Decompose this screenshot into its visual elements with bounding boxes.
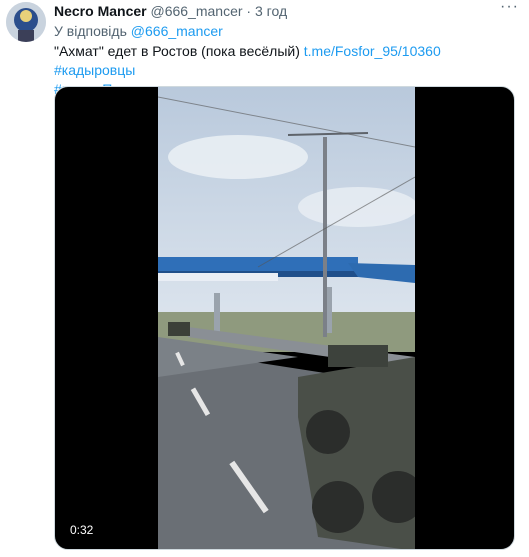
tweet[interactable]: Necro Mancer @666_mancer · 3 год ··· У в… xyxy=(0,0,529,557)
timestamp-link[interactable]: 3 год xyxy=(255,3,287,19)
hashtag-link[interactable]: #кадыровцы xyxy=(54,62,135,78)
avatar-image xyxy=(6,2,46,42)
video-frame xyxy=(158,87,415,549)
separator: · xyxy=(246,3,252,19)
video-player[interactable]: 0:32 xyxy=(54,86,515,550)
video-still xyxy=(158,87,415,549)
reply-prefix: У відповідь xyxy=(54,23,127,39)
more-icon[interactable]: ··· xyxy=(500,0,519,16)
reply-handle-link[interactable]: @666_mancer xyxy=(131,23,223,39)
reply-context: У відповідь @666_mancer xyxy=(54,22,223,40)
author-handle[interactable]: @666_mancer xyxy=(150,3,242,19)
video-duration: 0:32 xyxy=(65,521,99,539)
tweet-text-main: "Ахмат" едет в Ростов (пока весёлый) xyxy=(54,43,304,59)
author-name[interactable]: Necro Mancer xyxy=(54,3,147,19)
avatar[interactable] xyxy=(6,2,46,42)
tweet-header: Necro Mancer @666_mancer · 3 год xyxy=(54,2,519,20)
external-link[interactable]: t.me/Fosfor_95/10360 xyxy=(304,43,441,59)
